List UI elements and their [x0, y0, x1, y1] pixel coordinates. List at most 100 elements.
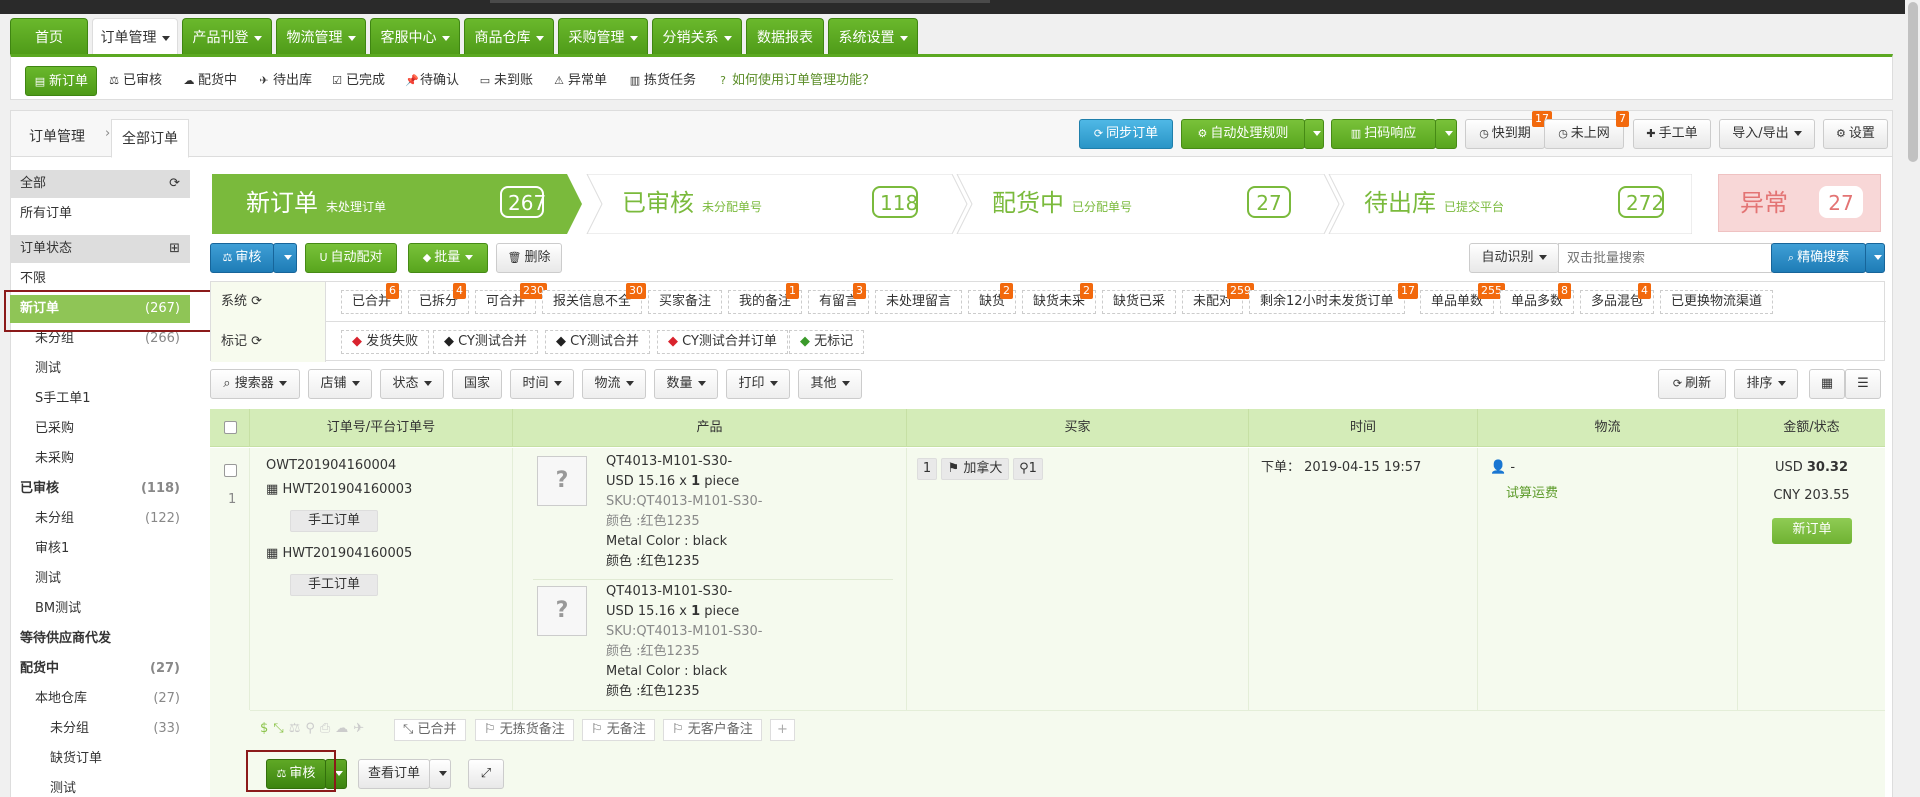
subnav-pending-shipment[interactable]: ✈ 待出库 [258, 66, 312, 96]
subnav-allocating[interactable]: ☁ 配货中 [183, 66, 238, 96]
breadcrumb-current-tab[interactable]: 全部订单 [111, 119, 189, 158]
nav-customer-service[interactable]: 客服中心 [370, 18, 460, 56]
import-export-button[interactable]: 导入/导出 [1719, 119, 1815, 149]
sidebar-status-header[interactable]: 订单状态 ⊞ [10, 235, 190, 263]
sidebar-all-header[interactable]: 全部 ⟳ [10, 170, 190, 198]
refresh-button[interactable]: ⟳ 刷新 [1658, 369, 1726, 399]
list-filter-button[interactable]: 物流 [582, 369, 646, 399]
sitemap-icon[interactable]: ⊞ [169, 235, 180, 263]
precise-search-button[interactable]: ⌕ 精确搜索 [1771, 243, 1866, 273]
list-filter-button[interactable]: 其他 [798, 369, 862, 399]
scan-dropdown[interactable] [1435, 119, 1457, 149]
precise-search-dropdown[interactable] [1865, 243, 1885, 273]
order-note-tag[interactable]: ⚐ 无客户备注 [663, 719, 762, 741]
nav-distribution[interactable]: 分销关系 [652, 18, 742, 56]
add-note-button[interactable]: + [770, 719, 795, 741]
nav-reports[interactable]: 数据报表 [746, 18, 824, 56]
auto-detect-select[interactable]: 自动识别 [1469, 243, 1559, 273]
system-filter-tag[interactable]: 未处理留言 [875, 290, 963, 314]
scan-response-button[interactable]: ▥ 扫码响应 [1331, 119, 1436, 149]
mark-filter-tag[interactable]: ◆ 无标记 [789, 330, 865, 354]
list-filter-button[interactable]: 状态 [380, 369, 444, 399]
view-order-button[interactable]: 查看订单 [358, 759, 430, 789]
mark-filter-tag[interactable]: ◆ 发货失败 [341, 330, 430, 354]
sidebar-status-item[interactable]: 未采购 [10, 445, 190, 473]
nav-order-management[interactable]: 订单管理 [92, 18, 178, 56]
order-note-tag[interactable]: ⚐ 无拣货备注 [475, 719, 574, 741]
stage-audited[interactable]: 已审核 未分配单号 [588, 174, 762, 232]
platform-order-number[interactable]: HWT201904160005 [282, 546, 412, 561]
audit-dropdown[interactable] [273, 243, 297, 273]
subnav-new-orders[interactable]: ▤ 新订单 [25, 66, 98, 96]
auto-rule-dropdown[interactable] [1304, 119, 1324, 149]
subnav-picking-tasks[interactable]: ▥ 拣货任务 [629, 66, 696, 96]
auto-rule-button[interactable]: ⚙ 自动处理规则 [1181, 119, 1305, 149]
sync-orders-button[interactable]: ⟳ 同步订单 [1079, 119, 1173, 149]
sidebar-status-item[interactable]: 不限 [10, 265, 190, 293]
refresh-icon[interactable]: ⟳ [251, 294, 262, 309]
nav-home[interactable]: 首页 [10, 18, 88, 56]
settings-button[interactable]: ⚙ 设置 [1823, 119, 1888, 149]
sidebar-status-item[interactable]: S手工单1 [10, 385, 190, 413]
nav-product-listing[interactable]: 产品刊登 [182, 18, 272, 56]
system-filter-tag[interactable]: 缺货已采 [1102, 290, 1177, 314]
subnav-unpaid[interactable]: ▭ 未到账 [479, 66, 533, 96]
sidebar-status-item[interactable]: 已审核 (118) [10, 475, 190, 503]
subnav-exceptions[interactable]: ⚠ 异常单 [553, 66, 607, 96]
row-checkbox[interactable] [224, 464, 237, 477]
nav-purchasing[interactable]: 采购管理 [558, 18, 648, 56]
mark-filter-tag[interactable]: ◆ CY测试合并订单 [657, 330, 788, 354]
refresh-icon[interactable]: ⟳ [251, 334, 262, 349]
sort-button[interactable]: 排序 [1734, 369, 1798, 399]
list-filter-button[interactable]: 数量 [654, 369, 718, 399]
order-note-tag[interactable]: ⤡ 已合并 [394, 719, 466, 741]
subnav-completed[interactable]: ☑ 已完成 [331, 66, 385, 96]
batch-search-input[interactable] [1558, 243, 1772, 273]
nav-logistics[interactable]: 物流管理 [276, 18, 366, 56]
list-filter-button[interactable]: ⌕ 搜索器 [210, 369, 300, 399]
subnav-to-confirm[interactable]: 📌待确认 [405, 66, 459, 96]
sidebar-status-item[interactable]: 缺货订单 [10, 745, 190, 773]
mark-filter-tag[interactable]: ◆ CY测试合并 [545, 330, 650, 354]
auto-match-button[interactable]: U 自动配对 [305, 243, 397, 273]
sidebar-status-item[interactable]: 测试 [10, 775, 190, 797]
order-status-badge[interactable]: 新订单 [1772, 518, 1852, 544]
not-online-button[interactable]: ◷ 未上网 [1544, 119, 1624, 149]
order-number[interactable]: OWT201904160004 [266, 456, 396, 476]
page-scrollbar[interactable] [1905, 0, 1920, 797]
subnav-help-link[interactable]: ? 如何使用订单管理功能？ [717, 66, 875, 96]
select-all-checkbox[interactable] [224, 421, 237, 434]
list-filter-button[interactable]: 国家 [452, 369, 502, 399]
platform-order-number[interactable]: HWT201904160003 [282, 482, 412, 497]
view-order-dropdown[interactable] [429, 759, 451, 789]
grid-view-button[interactable]: ▦ [1809, 369, 1845, 399]
system-filter-tag[interactable]: 买家备注 [648, 290, 723, 314]
order-note-tag[interactable]: ⚐ 无备注 [582, 719, 655, 741]
product-name[interactable]: QT4013-M101-S30- [606, 452, 762, 472]
subnav-audited[interactable]: ⚖ 已审核 [108, 66, 162, 96]
mark-filter-tag[interactable]: ◆ CY测试合并 [433, 330, 538, 354]
system-filter-tag[interactable]: 已更换物流渠道 [1660, 290, 1774, 314]
scrollbar-thumb[interactable] [1908, 2, 1918, 162]
manual-order-button[interactable]: ✚ 手工单 [1633, 119, 1711, 149]
sidebar-status-item[interactable]: 测试 [10, 355, 190, 383]
system-filter-tag[interactable]: 剩余12小时未发货订单 [1249, 290, 1405, 314]
list-filter-button[interactable]: 店铺 [308, 369, 372, 399]
nav-system-settings[interactable]: 系统设置 [828, 18, 918, 56]
sidebar-status-item[interactable]: 本地仓库 (27) [10, 685, 190, 713]
stage-pending[interactable]: 待出库 已提交平台 [1330, 174, 1504, 232]
stage-allocating[interactable]: 配货中 已分配单号 [958, 174, 1132, 232]
delete-button[interactable]: 🗑 删除 [496, 243, 562, 273]
product-image-placeholder[interactable]: ? [537, 586, 587, 636]
sidebar-status-item[interactable]: 等待供应商代发 [10, 625, 190, 653]
list-filter-button[interactable]: 时间 [510, 369, 574, 399]
calc-shipping-link[interactable]: 试算运费 [1506, 484, 1558, 504]
audit-button[interactable]: ⚖ 审核 [210, 243, 274, 273]
sidebar-status-item[interactable]: 审核1 [10, 535, 190, 563]
product-name[interactable]: QT4013-M101-S30- [606, 582, 762, 602]
sidebar-status-item[interactable]: BM测试 [10, 595, 190, 623]
sidebar-status-item[interactable]: 配货中 (27) [10, 655, 190, 683]
refresh-icon[interactable]: ⟳ [169, 170, 180, 198]
sidebar-status-item[interactable]: 未分组 (33) [10, 715, 190, 743]
batch-button[interactable]: ◆ 批量 [408, 243, 488, 273]
